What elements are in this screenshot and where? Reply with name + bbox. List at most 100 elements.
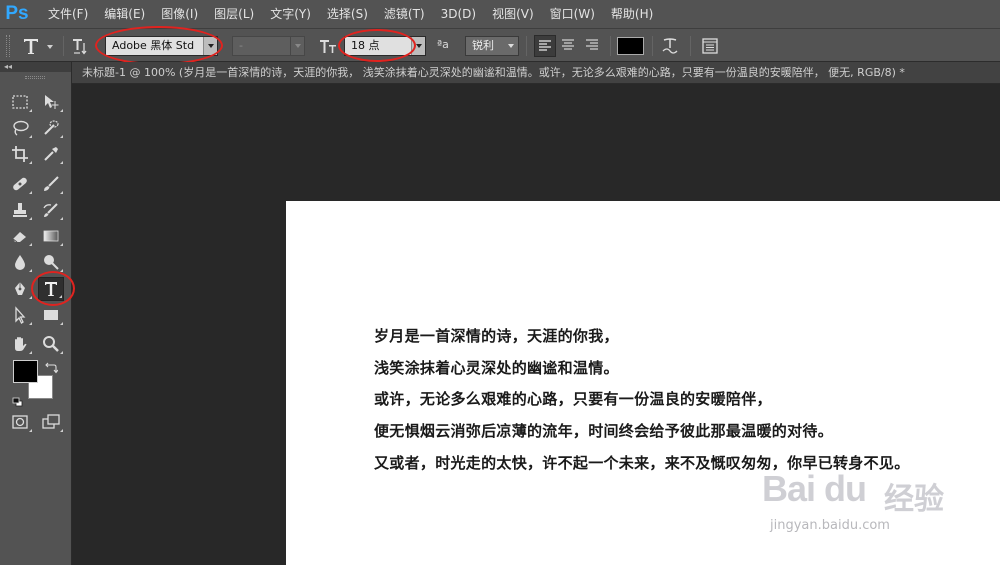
rect-marquee-icon <box>12 95 28 109</box>
menu-view[interactable]: 视图(V) <box>484 0 542 28</box>
menu-3d[interactable]: 3D(D) <box>433 0 484 28</box>
tool-preset-picker[interactable] <box>20 34 58 58</box>
options-bar: Adobe 黑体 Std - 18 点 ªa 锐利 <box>0 26 1000 65</box>
font-family-value: Adobe 黑体 Std <box>112 39 195 52</box>
hand-tool[interactable] <box>7 332 33 356</box>
antialias-value: 锐利 <box>472 39 494 52</box>
eyedropper-icon <box>44 147 58 161</box>
quick-mask-icon <box>12 415 28 429</box>
crop-tool[interactable] <box>7 142 33 166</box>
eyedropper-tool[interactable] <box>38 142 64 166</box>
antialias-label: ªa <box>437 38 449 51</box>
text-orientation-toggle[interactable] <box>70 35 92 57</box>
clone-stamp-tool[interactable] <box>7 198 33 222</box>
blur-tool[interactable] <box>7 250 33 274</box>
align-center-button[interactable] <box>558 35 580 57</box>
text-color-fill <box>618 38 643 54</box>
bandage-icon <box>13 177 27 191</box>
baidu-jingyan-watermark: Bai du 经验 jingyan.baidu.com <box>752 468 952 544</box>
swap-arrows-icon <box>45 362 59 374</box>
text-color-swatch[interactable] <box>617 37 644 55</box>
type-tool[interactable] <box>38 277 64 301</box>
menu-file[interactable]: 文件(F) <box>40 0 96 28</box>
font-size-value: 18 点 <box>351 39 380 52</box>
menu-window[interactable]: 窗口(W) <box>542 0 603 28</box>
chevron-down-icon[interactable] <box>290 37 304 55</box>
font-style-select[interactable]: - <box>232 36 305 56</box>
chevron-down-icon[interactable] <box>411 37 425 55</box>
tools-collapse-button[interactable]: ◂◂ <box>0 62 71 72</box>
align-center-icon <box>562 39 574 50</box>
pen-icon <box>15 282 25 295</box>
screen-mode-button[interactable] <box>38 410 64 434</box>
font-size-select[interactable]: 18 点 <box>344 36 426 56</box>
quick-selection-icon <box>44 120 59 135</box>
text-line-1: 岁月是一首深情的诗，天涯的你我， <box>374 327 619 345</box>
crop-icon <box>12 146 28 162</box>
history-brush-tool[interactable] <box>38 198 64 222</box>
menu-type[interactable]: 文字(Y) <box>262 0 319 28</box>
text-line-4: 便无惧烟云消弥后凉薄的流年，时间终会给予彼此那最温暖的对待。 <box>374 422 834 440</box>
water-drop-icon <box>15 255 25 270</box>
zoom-tool[interactable] <box>38 332 64 356</box>
rectangle-tool[interactable] <box>38 303 64 327</box>
text-line-3: 或许，无论多么艰难的心路，只要有一份温良的安暖陪伴， <box>374 390 772 408</box>
menu-edit[interactable]: 编辑(E) <box>96 0 153 28</box>
history-brush-icon <box>43 203 58 217</box>
type-tool-icon <box>45 282 57 296</box>
chevron-updown-icon[interactable] <box>504 37 518 55</box>
path-selection-tool[interactable] <box>7 303 33 327</box>
menu-filter[interactable]: 滤镜(T) <box>376 0 433 28</box>
pen-tool[interactable] <box>7 277 33 301</box>
quick-mask-button[interactable] <box>7 410 33 434</box>
warp-text-button[interactable] <box>659 35 681 57</box>
gradient-tool[interactable] <box>38 224 64 248</box>
font-style-value: - <box>239 39 243 52</box>
brush-tool[interactable] <box>38 172 64 196</box>
antialias-select[interactable]: 锐利 <box>465 36 519 56</box>
menu-select[interactable]: 选择(S) <box>319 0 376 28</box>
document-tab-bar: 未标题-1 @ 100% (岁月是一首深情的诗，天涯的你我， 浅笑涂抹着心灵深处… <box>72 62 1000 84</box>
marquee-tool[interactable] <box>7 90 33 114</box>
swap-colors-button[interactable] <box>44 359 59 374</box>
text-orientation-icon <box>73 39 87 55</box>
font-family-select[interactable]: Adobe 黑体 Std <box>105 36 218 56</box>
menu-image[interactable]: 图像(I) <box>153 0 206 28</box>
eraser-icon <box>12 232 26 243</box>
foreground-color-swatch[interactable] <box>13 360 38 383</box>
move-tool[interactable] <box>38 90 64 114</box>
menu-layer[interactable]: 图层(L) <box>206 0 262 28</box>
chevron-down-icon[interactable] <box>203 37 217 55</box>
character-panel-button[interactable] <box>700 36 720 56</box>
text-line-2: 浅笑涂抹着心灵深处的幽谧和温情。 <box>374 359 619 377</box>
options-bar-grip <box>6 35 10 57</box>
dodge-tool[interactable] <box>38 250 64 274</box>
quick-selection-tool[interactable] <box>38 116 64 140</box>
healing-brush-tool[interactable] <box>7 172 33 196</box>
brush-icon <box>44 176 59 191</box>
align-right-button[interactable] <box>582 35 604 57</box>
lasso-icon <box>13 120 29 136</box>
rectangle-icon <box>44 310 58 320</box>
hand-icon <box>15 337 27 351</box>
arrow-pointer-icon <box>15 306 26 324</box>
default-colors-icon <box>12 397 23 407</box>
default-colors-button[interactable] <box>12 392 23 407</box>
watermark-cn: 经验 <box>884 482 944 517</box>
stamp-icon <box>13 203 27 217</box>
menu-help[interactable]: 帮助(H) <box>603 0 661 28</box>
dodge-icon <box>44 255 59 270</box>
watermark-url: jingyan.baidu.com <box>770 518 890 533</box>
move-icon <box>45 95 59 109</box>
eraser-tool[interactable] <box>7 224 33 248</box>
document-tab[interactable]: 未标题-1 @ 100% (岁月是一首深情的诗，天涯的你我， 浅笑涂抹着心灵深处… <box>72 62 1000 84</box>
align-right-icon <box>586 39 598 50</box>
tools-panel: ◂◂ <box>0 62 75 565</box>
font-size-icon <box>320 40 336 53</box>
lasso-tool[interactable] <box>7 116 33 140</box>
warp-text-icon <box>662 38 678 54</box>
gradient-icon <box>43 230 59 242</box>
align-left-button[interactable] <box>534 35 556 57</box>
magnifier-icon <box>43 336 59 352</box>
tools-grip <box>25 76 45 79</box>
